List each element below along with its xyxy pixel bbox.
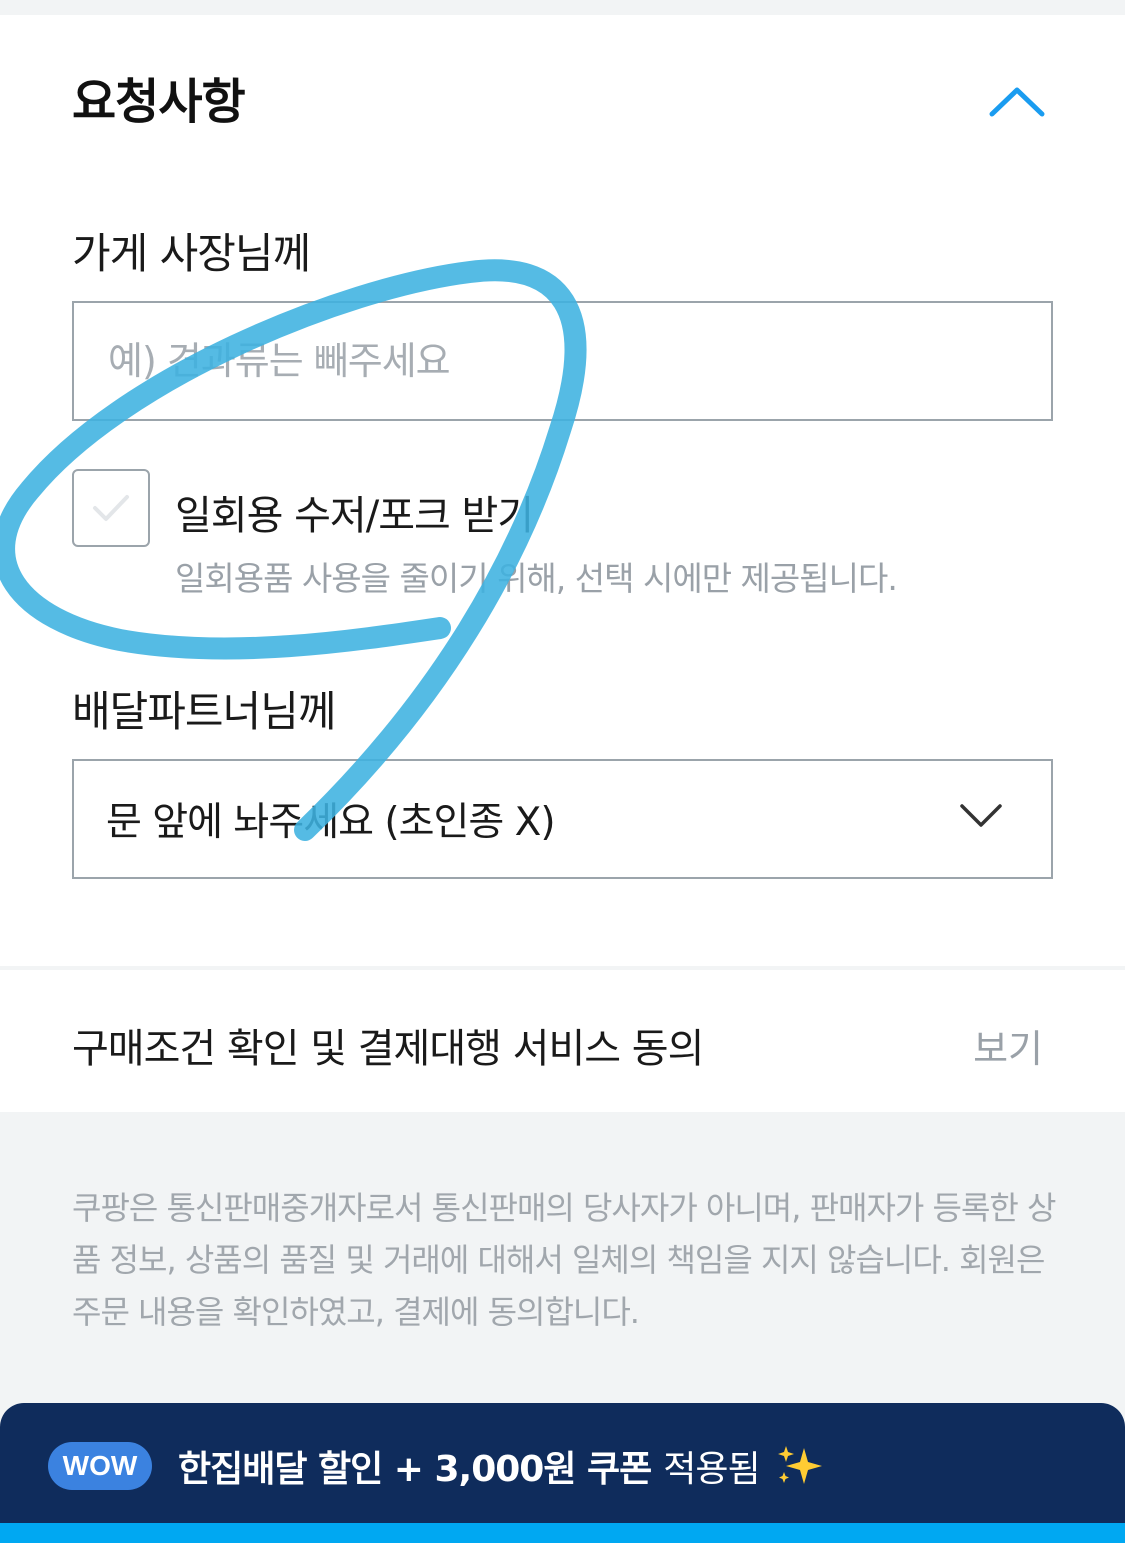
- bottom-action-bar[interactable]: [0, 1523, 1125, 1543]
- store-request-input[interactable]: [72, 301, 1053, 421]
- cutlery-checkbox[interactable]: [72, 469, 150, 547]
- store-owner-label: 가게 사장님께: [72, 229, 311, 278]
- sparkles-icon: [777, 1445, 822, 1484]
- collapse-button[interactable]: [982, 70, 1052, 130]
- section-title: 요청사항: [72, 74, 246, 130]
- terms-row: 구매조건 확인 및 결제대행 서비스 동의 보기: [0, 970, 1125, 1112]
- chevron-up-icon: [989, 87, 1045, 117]
- rider-label: 배달파트너님께: [72, 687, 336, 736]
- wow-banner: WOW 한집배달 할인 + 3,000원 쿠폰 적용됨: [0, 1403, 1125, 1528]
- notice-text: 쿠팡은 통신판매중개자로서 통신판매의 당사자가 아니며, 판매자가 등록한 상…: [72, 1189, 1056, 1331]
- wow-discount-text: 한집배달 할인 + 3,000원 쿠폰: [178, 1448, 652, 1490]
- top-strip: [0, 0, 1125, 15]
- wow-badge: WOW: [48, 1441, 152, 1490]
- cutlery-checkbox-label[interactable]: 일회용 수저/포크 받기: [175, 483, 534, 541]
- terms-label: 구매조건 확인 및 결제대행 서비스 동의: [72, 1026, 704, 1072]
- wow-applied-text: 적용됨: [663, 1448, 760, 1490]
- check-icon: [93, 495, 129, 521]
- rider-request-value: 문 앞에 놔주세요 (초인종 X): [106, 800, 556, 845]
- cutlery-help-text: 일회용품 사용을 줄이기 위해, 선택 시에만 제공됩니다.: [175, 559, 898, 598]
- chevron-down-icon: [960, 804, 1002, 827]
- rider-request-select[interactable]: 문 앞에 놔주세요 (초인종 X): [72, 759, 1053, 879]
- terms-view-link[interactable]: 보기: [973, 1018, 1043, 1073]
